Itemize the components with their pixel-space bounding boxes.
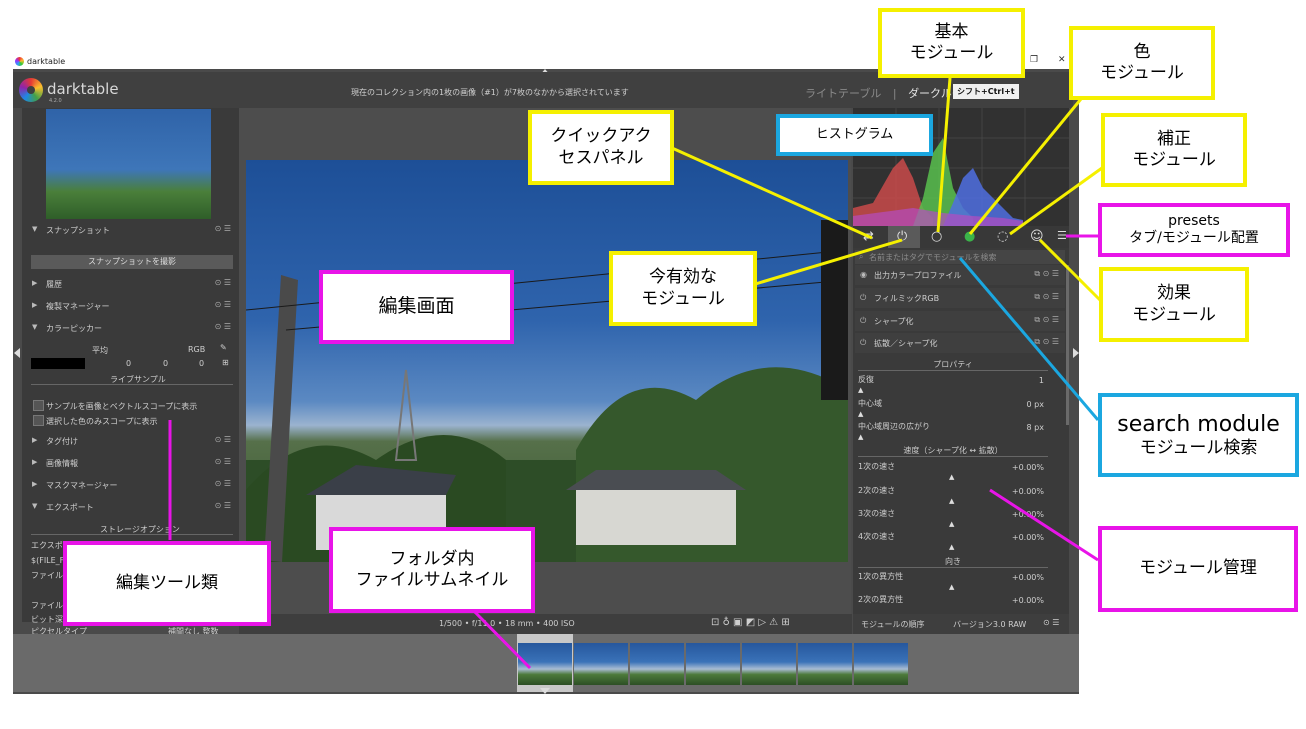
annotation-text: search module xyxy=(1117,411,1280,437)
annotation-text: モジュール xyxy=(1100,63,1184,83)
annotation-text: 編集画面 xyxy=(378,295,455,318)
annotation-text: ヒストグラム xyxy=(815,126,894,142)
annotation-folder-thumbnails: フォルダ内 ファイルサムネイル xyxy=(329,527,535,613)
annotation-text: クイックアク xyxy=(550,126,652,147)
annotation-text: モジュール管理 xyxy=(1139,558,1257,579)
annotation-text: モジュール xyxy=(641,288,725,309)
annotation-edit-tools: 編集ツール類 xyxy=(63,541,271,626)
annotation-text: セスパネル xyxy=(558,147,644,168)
annotation-text: 編集ツール類 xyxy=(116,572,218,593)
annotation-text: タブ/モジュール配置 xyxy=(1129,230,1259,246)
annotation-presets: presets タブ/モジュール配置 xyxy=(1098,203,1290,257)
annotation-text: モジュール xyxy=(909,43,994,63)
annotation-active-modules: 今有効な モジュール xyxy=(609,251,757,326)
annotation-text: 補正 xyxy=(1157,128,1191,149)
annotation-module-manage: モジュール管理 xyxy=(1098,526,1298,612)
annotation-text: 基本 xyxy=(934,21,969,42)
annotation-color: 色モジュール xyxy=(1069,26,1215,100)
annotation-quick-access: クイックアク セスパネル xyxy=(528,110,674,185)
annotation-text: 今有効な xyxy=(649,267,717,288)
annotation-histogram: ヒストグラム xyxy=(776,114,933,156)
annotation-text: 効果 xyxy=(1157,283,1191,304)
annotation-edit-screen: 編集画面 xyxy=(319,270,514,344)
annotation-effects: 効果 モジュール xyxy=(1099,267,1249,342)
annotation-text: presets xyxy=(1168,212,1220,229)
annotation-search-module: search module モジュール検索 xyxy=(1098,393,1299,477)
annotation-text: フォルダ内 xyxy=(389,548,475,569)
annotation-text: モジュール検索 xyxy=(1139,438,1258,459)
annotation-text: モジュール xyxy=(1132,150,1216,170)
annotation-text: モジュール xyxy=(1132,304,1216,325)
annotation-text: ファイルサムネイル xyxy=(355,570,509,590)
annotation-correct: 補正 モジュール xyxy=(1101,113,1247,187)
annotation-text: 色 xyxy=(1133,41,1151,62)
annotation-basic: 基本 モジュール xyxy=(878,8,1025,78)
